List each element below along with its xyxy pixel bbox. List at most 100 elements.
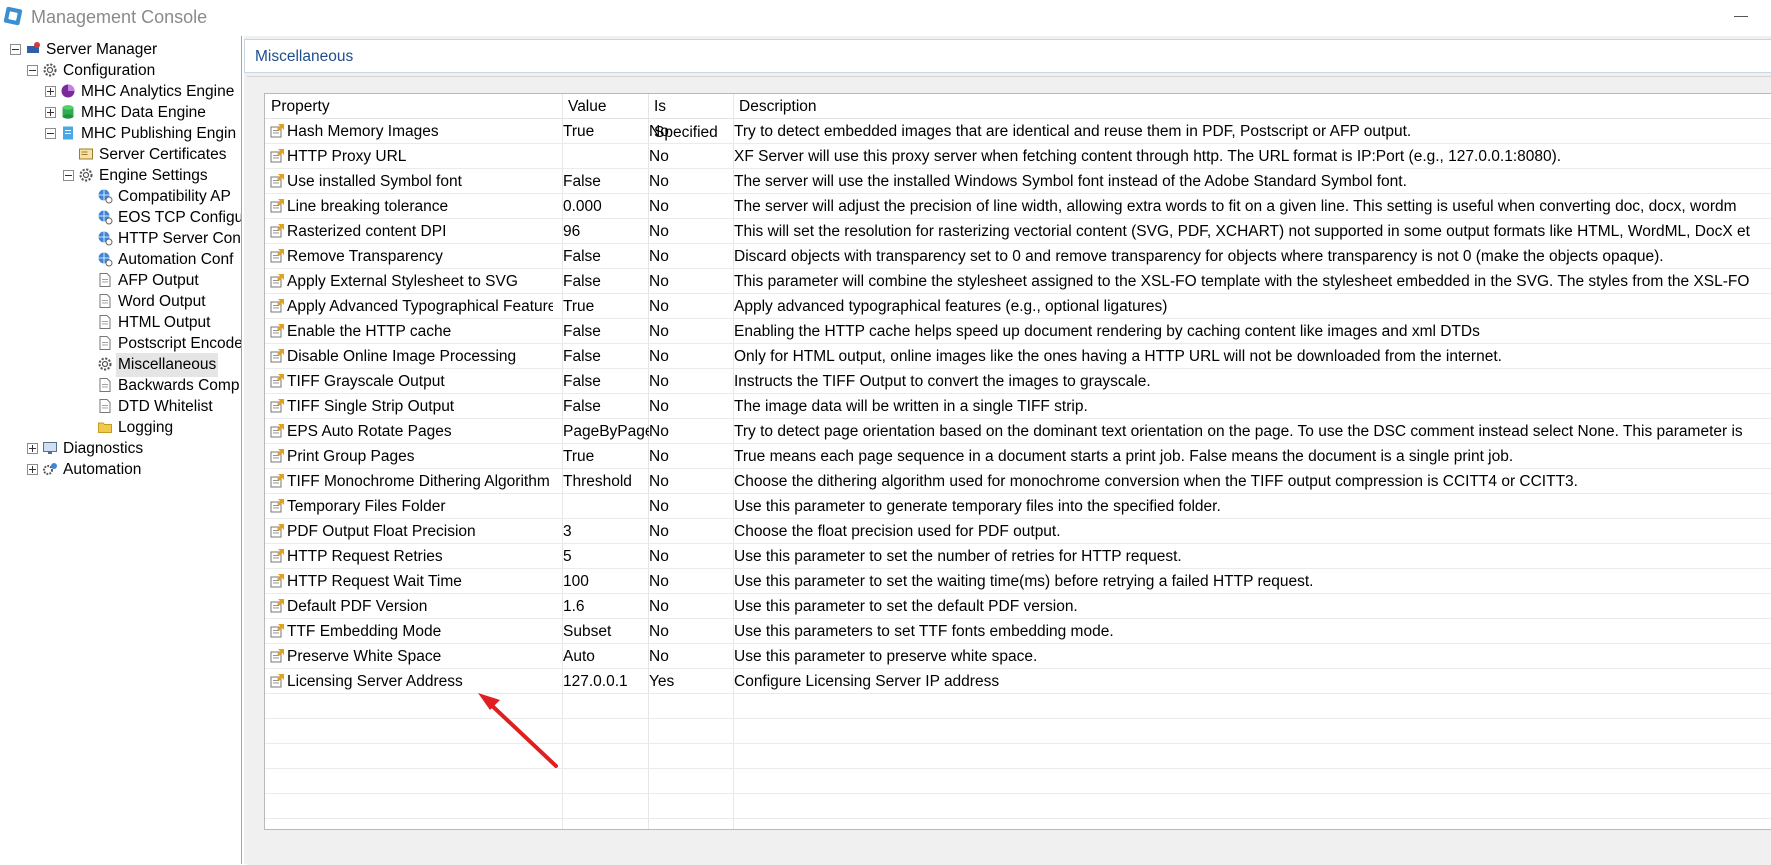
collapse-icon[interactable] <box>45 128 56 139</box>
grid-row[interactable]: Remove Transparency False No Discard object… <box>265 244 1771 269</box>
value-cell[interactable]: 5 <box>563 544 649 568</box>
value-cell[interactable]: 3 <box>563 519 649 543</box>
description-cell: This will set the resolution for rasteri… <box>734 223 1750 240</box>
grid-row[interactable]: TTF Embedding Mode Subset No Use this param… <box>265 619 1771 644</box>
value-cell[interactable]: 127.0.0.1 <box>563 669 649 693</box>
value-cell[interactable]: 0.000 <box>563 194 649 218</box>
collapse-icon[interactable] <box>27 65 38 76</box>
value-cell[interactable]: 100 <box>563 569 649 593</box>
certificate-icon <box>79 148 93 160</box>
title-bar: Management Console <box>0 0 1771 34</box>
collapse-icon[interactable] <box>63 170 74 181</box>
value-cell[interactable]: Auto <box>563 644 649 668</box>
value-cell[interactable]: False <box>563 169 649 193</box>
minimize-icon[interactable] <box>1734 16 1748 17</box>
page-icon <box>99 378 111 392</box>
grid-row-empty <box>265 719 1771 744</box>
property-cell: Rasterized content DPI <box>287 223 447 240</box>
expand-icon[interactable] <box>27 443 38 454</box>
tree-item-automation[interactable]: Automation <box>0 458 241 482</box>
grid-row[interactable]: PDF Output Float Precision 3 No Choose the … <box>265 519 1771 544</box>
database-icon <box>62 105 74 119</box>
grid-row[interactable]: Apply Advanced Typographical Features Tru… <box>265 294 1771 319</box>
grid-row[interactable]: Line breaking tolerance 0.000 No The server… <box>265 194 1771 219</box>
column-header-description[interactable]: Description <box>733 94 1733 119</box>
property-grid[interactable]: Property Value Is Specified Description … <box>264 93 1771 830</box>
property-cell: Line breaking tolerance <box>287 198 449 215</box>
is-specified-cell: No <box>649 448 669 465</box>
grid-row-empty <box>265 769 1771 794</box>
grid-row[interactable]: Enable the HTTP cache False No Enabling the… <box>265 319 1771 344</box>
app-logo-icon <box>3 6 23 26</box>
property-cell: Default PDF Version <box>287 598 428 615</box>
grid-row[interactable]: TIFF Single Strip Output False No The image… <box>265 394 1771 419</box>
property-icon <box>270 324 284 338</box>
property-icon <box>270 574 284 588</box>
grid-row[interactable]: TIFF Monochrome Dithering Algorithm Thres… <box>265 469 1771 494</box>
property-cell: Apply Advanced Typographical Features <box>287 298 553 315</box>
column-header-property[interactable]: Property <box>265 94 562 119</box>
value-cell[interactable]: False <box>563 344 649 368</box>
value-cell[interactable]: True <box>563 444 649 468</box>
collapse-icon[interactable] <box>10 44 21 55</box>
property-icon <box>270 524 284 538</box>
grid-row[interactable]: Preserve White Space Auto No Use this param… <box>265 644 1771 669</box>
property-cell: Temporary Files Folder <box>287 498 446 515</box>
section-title: Miscellaneous <box>255 48 354 65</box>
property-cell: Remove Transparency <box>287 248 443 265</box>
is-specified-cell: No <box>649 423 669 440</box>
grid-row[interactable]: TIFF Grayscale Output False No Instructs th… <box>265 369 1771 394</box>
description-cell: Use this parameter to set the waiting ti… <box>734 573 1314 590</box>
description-cell: Try to detect embedded images that are i… <box>734 123 1412 140</box>
grid-row[interactable]: HTTP Request Wait Time 100 No Use this para… <box>265 569 1771 594</box>
value-cell[interactable] <box>563 494 649 518</box>
property-icon <box>270 249 284 263</box>
property-cell: Licensing Server Address <box>287 673 463 690</box>
grid-row[interactable]: Hash Memory Images True No Try to detect em… <box>265 119 1771 144</box>
column-header-value[interactable]: Value <box>562 94 648 119</box>
is-specified-cell: No <box>649 148 669 165</box>
is-specified-cell: No <box>649 573 669 590</box>
value-cell[interactable]: False <box>563 244 649 268</box>
value-cell[interactable]: 1.6 <box>563 594 649 618</box>
globe-gear-icon <box>98 252 113 267</box>
value-cell[interactable]: False <box>563 319 649 343</box>
column-header-is-specified[interactable]: Is Specified <box>648 94 734 141</box>
grid-row[interactable]: HTTP Proxy URL No XF Server will use this … <box>265 144 1771 169</box>
value-cell[interactable]: False <box>563 369 649 393</box>
value-cell[interactable]: True <box>563 119 649 143</box>
page-icon <box>99 399 111 413</box>
value-cell[interactable]: PageByPage <box>563 419 649 443</box>
is-specified-cell: No <box>649 323 669 340</box>
grid-row[interactable]: EPS Auto Rotate Pages PageByPage No Try to … <box>265 419 1771 444</box>
grid-row[interactable]: Licensing Server Address 127.0.0.1 Yes Conf… <box>265 669 1771 694</box>
expand-icon[interactable] <box>45 86 56 97</box>
property-icon <box>270 624 284 638</box>
property-cell: Enable the HTTP cache <box>287 323 452 340</box>
value-cell[interactable]: Threshold <box>563 469 649 493</box>
expand-icon[interactable] <box>27 464 38 475</box>
value-cell[interactable]: False <box>563 269 649 293</box>
description-cell: Discard objects with transparency set to… <box>734 248 1664 265</box>
value-cell[interactable] <box>563 144 649 168</box>
grid-row[interactable]: Apply External Stylesheet to SVG False No T… <box>265 269 1771 294</box>
value-cell[interactable]: Subset <box>563 619 649 643</box>
grid-row[interactable]: Temporary Files Folder No Use this paramet… <box>265 494 1771 519</box>
grid-row[interactable]: Rasterized content DPI 96 No This will set … <box>265 219 1771 244</box>
server-manager-icon <box>27 42 40 53</box>
grid-row[interactable]: Default PDF Version 1.6 No Use this paramet… <box>265 594 1771 619</box>
is-specified-cell: No <box>649 248 669 265</box>
is-specified-cell: No <box>649 123 669 140</box>
grid-row[interactable]: Print Group Pages True No True means each p… <box>265 444 1771 469</box>
navigation-tree[interactable]: Server Manager Configuration MHC Analyti… <box>0 36 242 864</box>
value-cell[interactable]: True <box>563 294 649 318</box>
expand-icon[interactable] <box>45 107 56 118</box>
is-specified-cell: No <box>649 523 669 540</box>
value-cell[interactable]: 96 <box>563 219 649 243</box>
property-icon <box>270 649 284 663</box>
value-cell[interactable]: False <box>563 394 649 418</box>
grid-row[interactable]: Disable Online Image Processing False No On… <box>265 344 1771 369</box>
grid-row[interactable]: Use installed Symbol font False No The serv… <box>265 169 1771 194</box>
grid-row[interactable]: HTTP Request Retries 5 No Use this paramete… <box>265 544 1771 569</box>
is-specified-cell: No <box>649 648 669 665</box>
